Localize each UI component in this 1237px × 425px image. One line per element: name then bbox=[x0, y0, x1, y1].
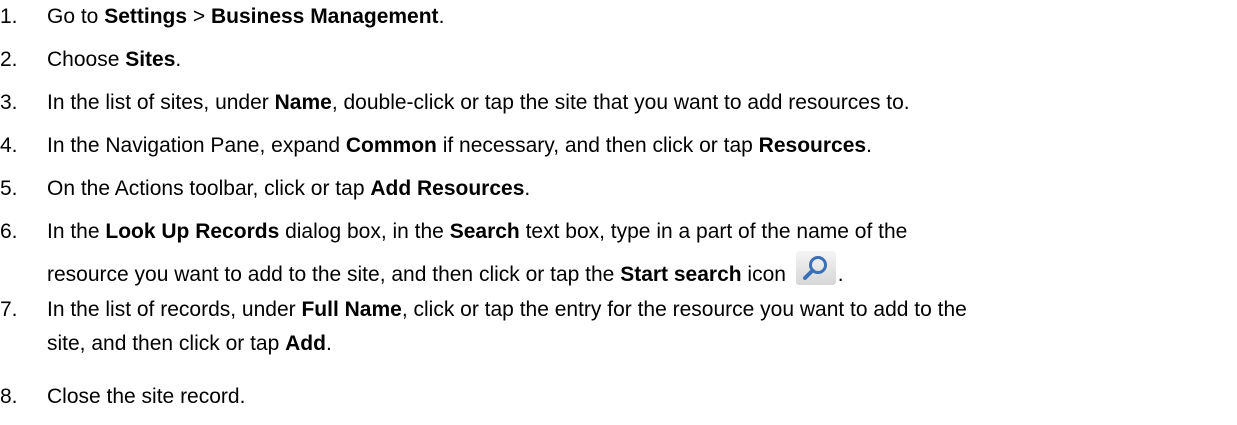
instruction-steps: 1. Go to Settings > Business Management.… bbox=[0, 0, 1237, 425]
step-text: On the Actions toolbar, click or tap Add… bbox=[47, 177, 531, 200]
step-text-line-2: site, and then click or tap Add. bbox=[47, 332, 332, 355]
ui-term: Resources bbox=[758, 134, 867, 157]
step-text-line-1: In the list of records, under Full Name,… bbox=[47, 298, 967, 321]
step-text: In the list of sites, under Name, double… bbox=[47, 91, 910, 114]
ui-term: Start search bbox=[620, 263, 742, 286]
ui-term: Add Resources bbox=[370, 177, 525, 200]
step-text: Go to Settings > Business Management. bbox=[47, 5, 445, 28]
ui-term: Business Management bbox=[210, 5, 439, 28]
ui-term: Sites bbox=[125, 48, 176, 71]
ui-term: Common bbox=[345, 134, 437, 157]
step-text-line-2: resource you want to add to the site, an… bbox=[47, 251, 844, 290]
step-text: In the Navigation Pane, expand Common if… bbox=[47, 134, 872, 157]
step-number: 8. bbox=[0, 385, 18, 408]
ui-term: Settings bbox=[104, 5, 188, 28]
step-number: 4. bbox=[0, 134, 18, 157]
step-number: 1. bbox=[0, 5, 18, 28]
ui-term: Full Name bbox=[301, 298, 402, 321]
step-text: Choose Sites. bbox=[47, 48, 182, 71]
step-number: 6. bbox=[0, 220, 18, 243]
step-text: Close the site record. bbox=[47, 385, 246, 408]
ui-term: Name bbox=[274, 91, 332, 114]
step-number: 2. bbox=[0, 48, 18, 71]
step-number: 5. bbox=[0, 177, 18, 200]
step-number: 3. bbox=[0, 91, 18, 114]
ui-term: Add bbox=[285, 332, 326, 355]
step-number: 7. bbox=[0, 298, 18, 321]
ui-term: Look Up Records bbox=[105, 220, 280, 243]
ui-term: Search bbox=[449, 220, 520, 243]
step-text-line-1: In the Look Up Records dialog box, in th… bbox=[47, 220, 908, 243]
magnifier-icon bbox=[795, 251, 836, 285]
